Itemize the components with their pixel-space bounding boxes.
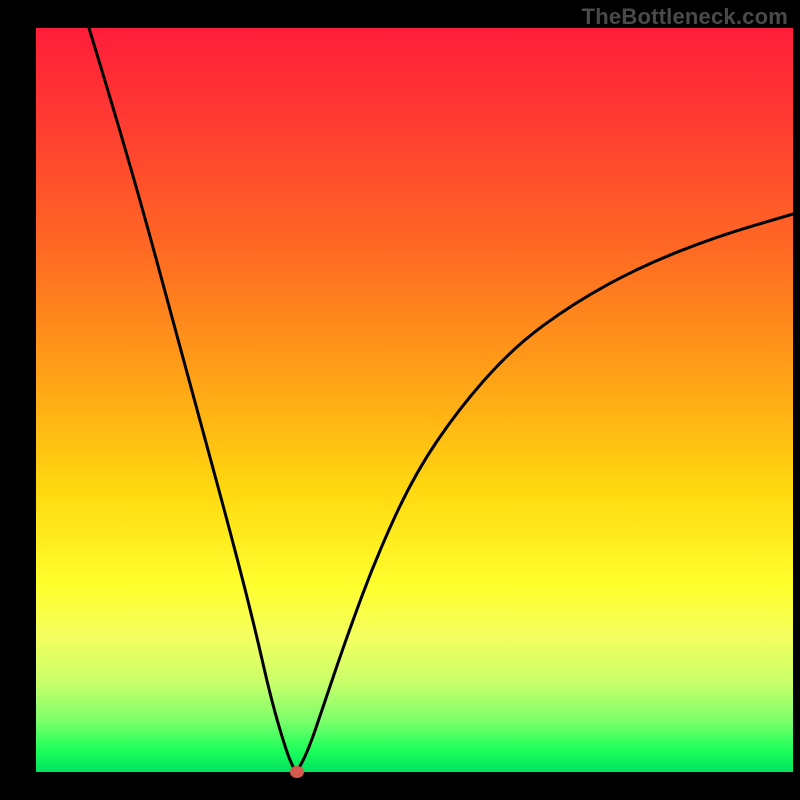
chart-frame: TheBottleneck.com [0, 0, 800, 800]
curve-vertex-dot [290, 766, 304, 778]
bottleneck-curve [36, 28, 793, 772]
plot-area [36, 28, 793, 772]
watermark-text: TheBottleneck.com [582, 4, 788, 30]
